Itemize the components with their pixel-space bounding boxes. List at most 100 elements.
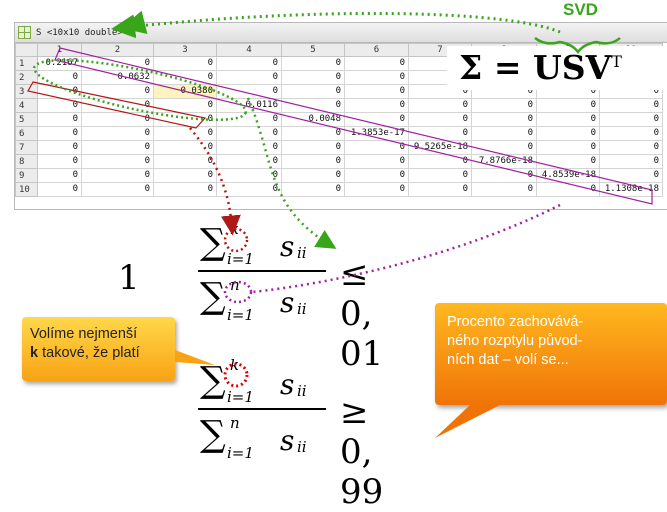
table-cell[interactable]: 0 — [536, 126, 600, 141]
table-cell[interactable]: 0 — [153, 56, 217, 71]
table-cell[interactable]: 0 — [37, 182, 82, 197]
table-cell[interactable]: 0 — [408, 182, 472, 197]
table-cell[interactable]: 0 — [471, 182, 537, 197]
table-cell[interactable]: 0 — [344, 140, 409, 155]
table-cell[interactable]: 0 — [536, 182, 600, 197]
table-cell[interactable]: 0 — [153, 182, 217, 197]
row-header[interactable]: 1 — [15, 56, 38, 71]
table-cell[interactable]: 0 — [81, 168, 154, 183]
table-cell[interactable]: 0 — [344, 154, 409, 169]
table-cell[interactable]: 4.8539e-18 — [536, 168, 600, 183]
table-cell[interactable]: 0 — [408, 126, 472, 141]
table-cell[interactable]: 0 — [153, 70, 217, 85]
row-header[interactable]: 8 — [15, 154, 38, 169]
table-cell[interactable]: 0 — [471, 140, 537, 155]
column-header[interactable]: 6 — [344, 43, 409, 57]
table-cell[interactable]: 0 — [281, 84, 345, 99]
row-header[interactable]: 3 — [15, 84, 38, 99]
table-cell[interactable]: 0 — [153, 112, 217, 127]
table-cell[interactable]: 9.5265e-18 — [408, 140, 472, 155]
table-cell[interactable]: 0 — [216, 70, 282, 85]
row-header[interactable]: 7 — [15, 140, 38, 155]
table-cell[interactable]: 0 — [81, 84, 154, 99]
table-cell[interactable]: 0.0632 — [81, 70, 154, 85]
column-header[interactable]: 1 — [37, 43, 82, 57]
table-cell[interactable]: 0.2167 — [37, 56, 82, 71]
table-cell[interactable]: 0 — [81, 140, 154, 155]
row-header[interactable]: 9 — [15, 168, 38, 183]
table-cell[interactable]: 0 — [81, 154, 154, 169]
table-cell[interactable]: 0 — [216, 140, 282, 155]
table-cell[interactable]: 0 — [536, 112, 600, 127]
table-cell[interactable]: 0 — [344, 112, 409, 127]
table-cell[interactable]: 0 — [216, 126, 282, 141]
row-header[interactable]: 6 — [15, 126, 38, 141]
table-cell[interactable]: 0 — [37, 168, 82, 183]
table-cell[interactable]: 0 — [471, 168, 537, 183]
table-cell[interactable]: 0 — [153, 98, 217, 113]
table-cell[interactable]: 0 — [599, 112, 663, 127]
table-cell[interactable]: 0 — [37, 126, 82, 141]
column-header[interactable]: 3 — [153, 43, 217, 57]
table-cell[interactable]: 0 — [153, 168, 217, 183]
table-cell[interactable]: 0 — [81, 182, 154, 197]
column-header[interactable]: 4 — [216, 43, 282, 57]
table-cell[interactable]: 0 — [153, 154, 217, 169]
row-header[interactable]: 5 — [15, 112, 38, 127]
table-cell[interactable]: 0.0116 — [216, 98, 282, 113]
table-cell[interactable]: 7.8766e-18 — [471, 154, 537, 169]
table-cell[interactable]: 0 — [281, 56, 345, 71]
table-cell[interactable]: 0 — [344, 182, 409, 197]
table-cell[interactable]: 1.3853e-17 — [344, 126, 409, 141]
table-cell[interactable]: 0 — [344, 168, 409, 183]
table-cell[interactable]: 0 — [281, 70, 345, 85]
table-cell[interactable]: 0.0048 — [281, 112, 345, 127]
table-cell[interactable]: 0.0380 — [153, 84, 217, 99]
table-cell[interactable]: 0 — [344, 98, 409, 113]
table-cell[interactable]: 0 — [153, 140, 217, 155]
table-cell[interactable]: 0 — [471, 126, 537, 141]
table-cell[interactable]: 0 — [37, 70, 82, 85]
table-cell[interactable]: 0 — [37, 98, 82, 113]
table-cell[interactable]: 0 — [536, 98, 600, 113]
table-cell[interactable]: 0 — [599, 168, 663, 183]
table-cell[interactable]: 0 — [344, 84, 409, 99]
table-cell[interactable]: 0 — [216, 182, 282, 197]
table-cell[interactable]: 0 — [408, 168, 472, 183]
row-header[interactable]: 2 — [15, 70, 38, 85]
row-header[interactable]: 10 — [15, 182, 38, 197]
table-cell[interactable]: 0 — [81, 126, 154, 141]
table-cell[interactable]: 0 — [216, 112, 282, 127]
table-cell[interactable]: 0 — [599, 126, 663, 141]
table-cell[interactable]: 0 — [81, 56, 154, 71]
table-cell[interactable]: 0 — [408, 98, 472, 113]
table-cell[interactable]: 0 — [216, 56, 282, 71]
table-cell[interactable]: 0 — [216, 154, 282, 169]
table-cell[interactable]: 0 — [536, 140, 600, 155]
table-cell[interactable]: 0 — [37, 154, 82, 169]
table-cell[interactable]: 0 — [281, 168, 345, 183]
table-cell[interactable]: 0 — [281, 154, 345, 169]
table-cell[interactable]: 0 — [408, 112, 472, 127]
table-cell[interactable]: 0 — [281, 182, 345, 197]
table-cell[interactable]: 1.1308e-18 — [599, 182, 663, 197]
column-header[interactable]: 2 — [81, 43, 154, 57]
table-cell[interactable]: 0 — [216, 168, 282, 183]
table-cell[interactable]: 0 — [281, 98, 345, 113]
table-cell[interactable]: 0 — [37, 112, 82, 127]
row-header[interactable]: 4 — [15, 98, 38, 113]
table-cell[interactable]: 0 — [408, 154, 472, 169]
table-cell[interactable]: 0 — [599, 154, 663, 169]
table-cell[interactable]: 0 — [216, 84, 282, 99]
table-cell[interactable]: 0 — [471, 112, 537, 127]
table-cell[interactable]: 0 — [37, 140, 82, 155]
table-cell[interactable]: 0 — [81, 98, 154, 113]
table-cell[interactable]: 0 — [599, 140, 663, 155]
table-cell[interactable]: 0 — [281, 126, 345, 141]
table-cell[interactable]: 0 — [471, 98, 537, 113]
table-cell[interactable]: 0 — [599, 98, 663, 113]
table-cell[interactable]: 0 — [344, 70, 409, 85]
table-cell[interactable]: 0 — [281, 140, 345, 155]
table-cell[interactable]: 0 — [536, 154, 600, 169]
table-cell[interactable]: 0 — [37, 84, 82, 99]
